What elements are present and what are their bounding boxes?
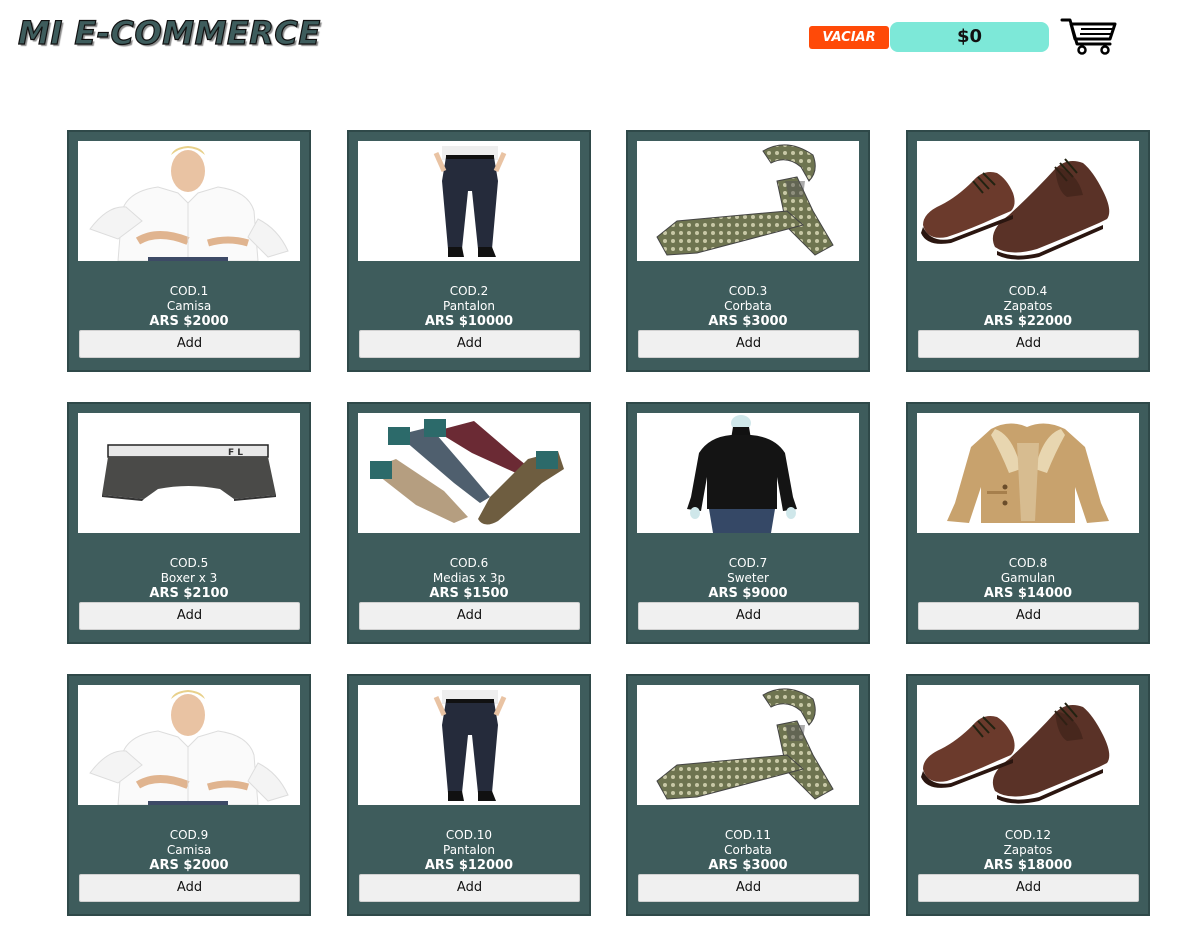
add-to-cart-button[interactable]: Add — [918, 330, 1139, 358]
product-code: COD.9 — [169, 828, 209, 842]
product-image — [637, 685, 859, 805]
product-card: COD.11 Corbata ARS $3000 Add — [626, 674, 870, 916]
product-card: COD.4 Zapatos ARS $22000 Add — [906, 130, 1150, 372]
product-name: Corbata — [724, 299, 772, 313]
product-price: ARS $14000 — [983, 586, 1073, 601]
product-card: COD.2 Pantalon ARS $10000 Add — [347, 130, 591, 372]
add-to-cart-button[interactable]: Add — [79, 330, 300, 358]
product-card: COD.1 Camisa ARS $2000 Add — [67, 130, 311, 372]
product-name: Corbata — [724, 843, 772, 857]
product-code: COD.4 — [1008, 284, 1048, 298]
brand-logo: MI E-COMMERCE — [17, 13, 321, 52]
product-price: ARS $1500 — [429, 586, 509, 601]
product-code: COD.7 — [728, 556, 768, 570]
add-to-cart-button[interactable]: Add — [79, 602, 300, 630]
header: MI E-COMMERCE VACIAR $0 — [0, 0, 1188, 80]
svg-text:F L: F L — [228, 448, 243, 458]
product-price: ARS $10000 — [424, 314, 514, 329]
product-card: COD.12 Zapatos ARS $18000 Add — [906, 674, 1150, 916]
product-price: ARS $3000 — [708, 314, 788, 329]
add-to-cart-button[interactable]: Add — [359, 874, 580, 902]
add-to-cart-button[interactable]: Add — [638, 330, 859, 358]
product-image — [358, 413, 580, 533]
product-card: COD.7 Sweter ARS $9000 Add — [626, 402, 870, 644]
product-name: Zapatos — [1003, 843, 1053, 857]
product-image — [78, 685, 300, 805]
product-code: COD.2 — [449, 284, 489, 298]
product-price: ARS $12000 — [424, 858, 514, 873]
product-code: COD.5 — [169, 556, 209, 570]
product-image: F L — [78, 413, 300, 533]
product-name: Boxer x 3 — [160, 571, 218, 585]
product-code: COD.12 — [1004, 828, 1052, 842]
add-to-cart-button[interactable]: Add — [359, 602, 580, 630]
product-price: ARS $2100 — [149, 586, 229, 601]
cart-total: $0 — [890, 22, 1049, 52]
add-to-cart-button[interactable]: Add — [359, 330, 580, 358]
product-name: Pantalon — [443, 299, 495, 313]
product-code: COD.11 — [724, 828, 772, 842]
product-card: COD.3 Corbata ARS $3000 Add — [626, 130, 870, 372]
product-card: COD.6 Medias x 3p ARS $1500 Add — [347, 402, 591, 644]
product-code: COD.1 — [169, 284, 209, 298]
product-card: COD.8 Gamulan ARS $14000 Add — [906, 402, 1150, 644]
add-to-cart-button[interactable]: Add — [918, 874, 1139, 902]
empty-cart-button[interactable]: VACIAR — [809, 26, 889, 49]
product-price: ARS $18000 — [983, 858, 1073, 873]
product-image — [358, 685, 580, 805]
product-code: COD.6 — [449, 556, 489, 570]
shopping-cart-icon[interactable] — [1060, 16, 1118, 56]
product-name: Camisa — [166, 299, 212, 313]
product-code: COD.3 — [728, 284, 768, 298]
product-image — [917, 685, 1139, 805]
add-to-cart-button[interactable]: Add — [638, 602, 859, 630]
product-price: ARS $2000 — [149, 858, 229, 873]
product-name: Sweter — [727, 571, 769, 585]
product-name: Medias x 3p — [432, 571, 506, 585]
product-price: ARS $22000 — [983, 314, 1073, 329]
product-image — [78, 141, 300, 261]
product-price: ARS $9000 — [708, 586, 788, 601]
product-image — [637, 141, 859, 261]
add-to-cart-button[interactable]: Add — [79, 874, 300, 902]
product-image — [917, 141, 1139, 261]
product-code: COD.10 — [445, 828, 493, 842]
add-to-cart-button[interactable]: Add — [638, 874, 859, 902]
product-name: Pantalon — [443, 843, 495, 857]
add-to-cart-button[interactable]: Add — [918, 602, 1139, 630]
product-image — [358, 141, 580, 261]
product-name: Camisa — [166, 843, 212, 857]
product-name: Zapatos — [1003, 299, 1053, 313]
product-price: ARS $3000 — [708, 858, 788, 873]
product-card: COD.10 Pantalon ARS $12000 Add — [347, 674, 591, 916]
product-price: ARS $2000 — [149, 314, 229, 329]
product-image — [637, 413, 859, 533]
product-code: COD.8 — [1008, 556, 1048, 570]
product-image — [917, 413, 1139, 533]
product-name: Gamulan — [1000, 571, 1056, 585]
product-card: COD.9 Camisa ARS $2000 Add — [67, 674, 311, 916]
product-card: F L COD.5 Boxer x 3 ARS $2100 Add — [67, 402, 311, 644]
